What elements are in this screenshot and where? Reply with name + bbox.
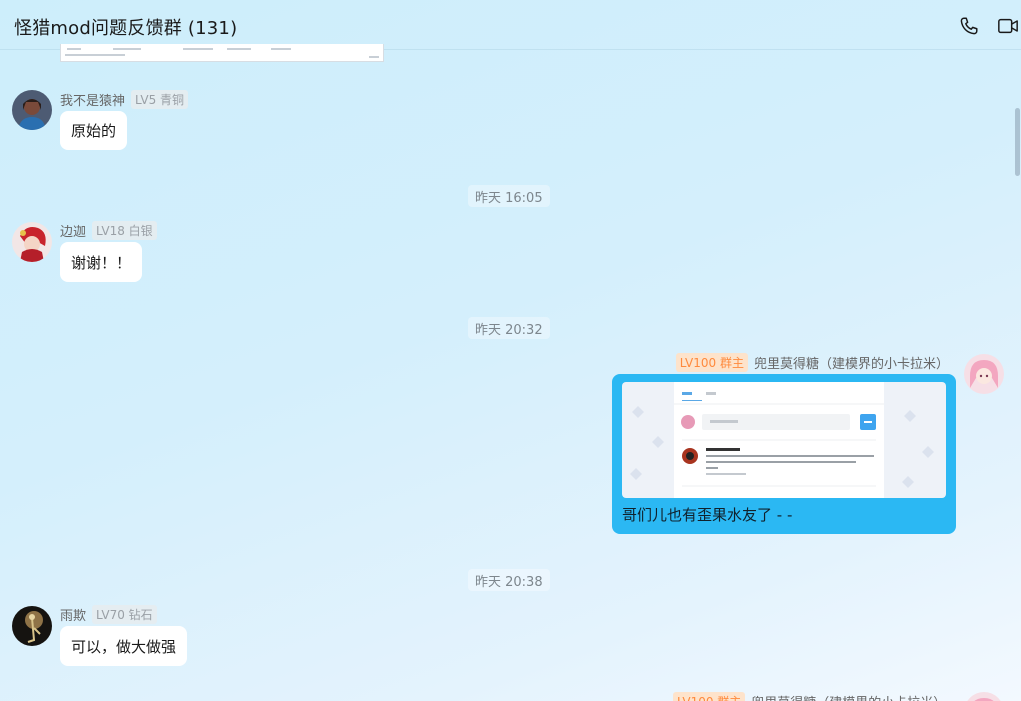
sender-name-row: 雨欺 LV70 钻石 — [60, 605, 157, 624]
avatar[interactable] — [12, 222, 52, 262]
message-text: 可以，做大做强 — [71, 637, 177, 656]
sender-name[interactable]: 兜里莫得糖（建模界的小卡拉米） — [754, 353, 949, 372]
message-bubble[interactable]: 可以，做大做强 — [60, 626, 188, 666]
avatar[interactable] — [964, 692, 1004, 701]
message-text: 原始的 — [71, 122, 117, 140]
member-level-badge: LV70 钻石 — [92, 605, 157, 624]
member-level-badge: LV5 青铜 — [131, 90, 189, 109]
owner-level-badge: LV100 群主 — [675, 353, 748, 372]
sender-name[interactable]: 雨欺 — [60, 605, 86, 624]
chat-header: 怪猎mod问题反馈群 (131) — [0, 0, 1021, 50]
sender-name-row: LV100 群主 兜里莫得糖（建模界的小卡拉米） — [675, 353, 949, 372]
video-call-icon[interactable] — [997, 15, 1019, 37]
timestamp-divider: 昨天 20:32 — [468, 317, 550, 339]
sender-name-row: LV100 群主 兜里莫得糖（建模界的小卡拉米） — [673, 692, 946, 701]
sender-name-row: 我不是猿神 LV5 青铜 — [60, 90, 189, 109]
sender-name-row: 边迦 LV18 白银 — [60, 221, 157, 240]
phone-icon[interactable] — [958, 15, 980, 37]
scrollbar-thumb[interactable] — [1015, 108, 1020, 176]
timestamp-divider: 昨天 20:38 — [468, 569, 550, 591]
message-bubble[interactable]: 谢谢！！ — [60, 242, 143, 282]
message-bubble[interactable]: 原始的 — [60, 111, 128, 150]
timestamp-divider: 昨天 16:05 — [468, 185, 550, 207]
member-level-badge: LV18 白银 — [92, 221, 157, 240]
image-message-bubble[interactable]: 哥们儿也有歪果水友了 - - — [612, 374, 956, 534]
avatar[interactable] — [12, 606, 52, 646]
image-message-thumbnail[interactable] — [60, 44, 384, 62]
sender-name[interactable]: 我不是猿神 — [60, 90, 125, 109]
message-text: 谢谢！！ — [71, 253, 132, 272]
avatar[interactable] — [964, 354, 1004, 394]
sender-name[interactable]: 兜里莫得糖（建模界的小卡拉米） — [751, 692, 946, 701]
chat-title[interactable]: 怪猎mod问题反馈群 (131) — [14, 14, 237, 40]
message-text: 哥们儿也有歪果水友了 - - — [622, 506, 793, 524]
avatar[interactable] — [12, 90, 52, 130]
sender-name[interactable]: 边迦 — [60, 221, 86, 240]
owner-level-badge: LV100 群主 — [673, 692, 746, 701]
shared-screenshot-image[interactable] — [622, 382, 946, 498]
